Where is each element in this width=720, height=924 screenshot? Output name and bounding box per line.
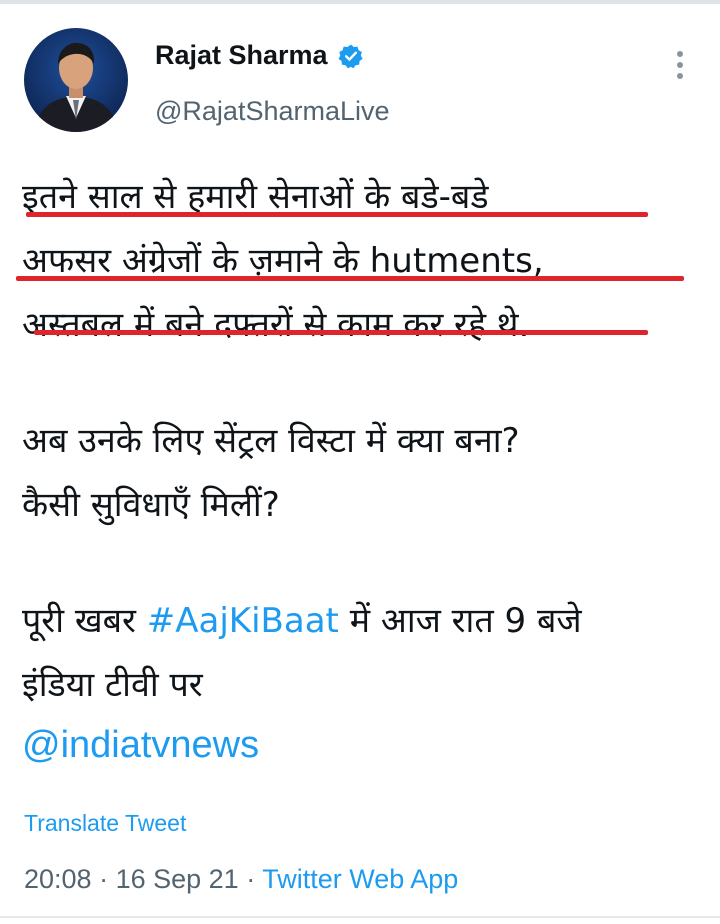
tweet-text: इतने साल से हमारी सेनाओं के बडे-बडे अफसर…: [22, 165, 712, 717]
author-name[interactable]: Rajat Sharma: [155, 42, 328, 69]
promo-prefix: पूरी खबर: [22, 601, 147, 641]
bottom-divider: [0, 916, 720, 918]
tweet-question-1: अब उनके लिए सेंट्रल विस्टा में क्या बना?: [22, 421, 520, 461]
red-underline-3: [34, 330, 648, 335]
red-underline-2: [16, 276, 684, 281]
tweet-promo-line-2: इंडिया टीवी पर: [22, 665, 203, 705]
translate-tweet-link[interactable]: Translate Tweet: [24, 810, 186, 837]
tweet-line-1: इतने साल से हमारी सेनाओं के बडे-बडे: [22, 177, 489, 217]
author-name-row[interactable]: Rajat Sharma: [155, 42, 364, 69]
profile-photo-icon: [24, 28, 128, 132]
tweet-line-3: अस्तबल में बने दफ्तरों से काम कर रहे थे.: [22, 305, 530, 345]
tweet-promo-line: पूरी खबर #AajKiBaat में आज रात 9 बजे: [22, 589, 712, 653]
tweet-source-link[interactable]: Twitter Web App: [262, 864, 458, 894]
tweet-question-2: कैसी सुविधाएँ मिलीं?: [22, 485, 280, 525]
red-underline-1: [26, 212, 648, 217]
meta-separator: ·: [91, 864, 116, 894]
avatar[interactable]: [24, 28, 128, 132]
mention-link[interactable]: @indiatvnews: [22, 724, 259, 767]
hashtag-link[interactable]: #AajKiBaat: [147, 601, 339, 641]
meta-separator-2: ·: [238, 864, 263, 894]
more-options-icon[interactable]: [670, 46, 690, 86]
verified-badge-icon: [338, 44, 363, 68]
top-divider: [0, 0, 720, 4]
tweet-meta: 20:08 · 16 Sep 21 · Twitter Web App: [24, 864, 458, 895]
promo-suffix: में आज रात 9 बजे: [338, 601, 582, 641]
tweet-date[interactable]: 16 Sep 21: [116, 864, 239, 894]
author-handle[interactable]: @RajatSharmaLive: [155, 96, 390, 127]
tweet-line-2: अफसर अंग्रेजों के ज़माने के hutments,: [22, 241, 544, 281]
tweet-time[interactable]: 20:08: [24, 864, 92, 894]
